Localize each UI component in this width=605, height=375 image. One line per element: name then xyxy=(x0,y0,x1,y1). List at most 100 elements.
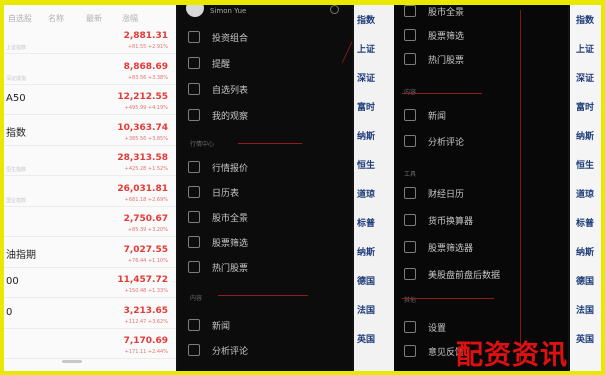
notification-icon[interactable] xyxy=(330,5,339,14)
analysis-icon xyxy=(188,344,200,356)
index-name[interactable]: 指数 xyxy=(357,13,375,26)
menu-item[interactable]: 我的观察 xyxy=(188,105,248,125)
index-name[interactable]: 纳斯 xyxy=(357,129,375,142)
menu-item[interactable]: 热门股票 xyxy=(188,257,248,277)
stock-row[interactable]: 7,170.69 +171.11 +2.44% xyxy=(4,332,176,359)
index-name[interactable]: 德国 xyxy=(357,274,375,287)
stock-subtitle: 上证指数 xyxy=(6,45,27,51)
menu-item[interactable]: 热门股票 xyxy=(404,49,464,69)
index-name[interactable]: 纳斯 xyxy=(357,245,375,258)
menu-item[interactable]: 行情报价 xyxy=(188,157,248,177)
highlight-line xyxy=(218,295,308,296)
menu-item[interactable]: 日历表 xyxy=(188,182,239,202)
menu-item[interactable]: 新闻 xyxy=(404,105,446,125)
side-menu-panel-2: 指数上证深证富时纳斯恒生道琼标普纳斯德国法国英国 股市全景股票筛选热门股票内容新… xyxy=(354,5,568,371)
menu-item[interactable]: 提醒 xyxy=(188,53,230,73)
stock-value: 7,027.55 xyxy=(123,244,168,255)
index-name[interactable]: 道琼 xyxy=(357,187,375,200)
index-name[interactable]: 恒生 xyxy=(576,158,594,171)
index-name[interactable]: 英国 xyxy=(576,332,594,345)
index-name[interactable]: 标普 xyxy=(576,216,594,229)
menu-item[interactable]: 股票筛选 xyxy=(188,232,248,252)
section-header: 工具 xyxy=(404,171,417,178)
stock-row[interactable]: 指数 10,363.74 +385.56 +3.85% xyxy=(4,119,176,146)
stock-value: 8,868.69 xyxy=(123,61,168,72)
header-change: 涨幅 xyxy=(122,14,138,23)
news-icon xyxy=(404,109,416,121)
feedback-icon xyxy=(404,345,416,357)
menu-item-label: 股票筛选 xyxy=(428,31,465,42)
index-name[interactable]: 深证 xyxy=(576,71,594,84)
username: Simon Yue xyxy=(210,7,247,15)
index-name[interactable]: 指数 xyxy=(576,13,594,26)
menu-item[interactable]: 财经日历 xyxy=(404,183,464,203)
panorama-icon xyxy=(188,211,200,223)
index-name[interactable]: 法国 xyxy=(357,303,375,316)
index-name[interactable]: 纳斯 xyxy=(576,245,594,258)
menu-item[interactable]: 意见反馈 xyxy=(404,341,464,361)
menu-item-label: 热门股票 xyxy=(212,263,249,274)
stock-list-panel: 自选股 名称 最新 涨幅 上证指数 2,881.31 +81.55 +2.91% 深证… xyxy=(4,5,176,371)
calendar-icon xyxy=(188,186,200,198)
avatar[interactable] xyxy=(186,5,204,17)
stock-name: 指数 xyxy=(6,127,26,139)
menu-item[interactable]: 设置 xyxy=(404,317,446,337)
stock-row[interactable]: 2,750.67 +85.39 +3.20% xyxy=(4,210,176,237)
menu-item[interactable]: 分析评论 xyxy=(188,340,248,360)
menu-item-label: 投资组合 xyxy=(212,33,249,44)
index-name[interactable]: 纳斯 xyxy=(576,129,594,142)
section-header: 内容 xyxy=(404,87,416,96)
menu-item-label: 新闻 xyxy=(212,321,231,332)
menu-item-label: 股市全景 xyxy=(428,7,465,18)
index-name[interactable]: 上证 xyxy=(576,42,594,55)
menu-item[interactable]: 货币换算器 xyxy=(404,210,473,230)
stock-change: +385.56 +3.85% xyxy=(124,135,168,142)
index-name[interactable]: 富时 xyxy=(576,100,594,113)
index-name[interactable]: 道琼 xyxy=(576,187,594,200)
stock-value: 10,363.74 xyxy=(117,122,168,133)
calendar-icon xyxy=(404,187,416,199)
stock-change: +85.39 +3.20% xyxy=(127,227,168,233)
stock-row[interactable]: 油指期 7,027.55 +76.44 +1.10% xyxy=(4,241,176,268)
stock-row[interactable]: 00 11,457.72 +150.48 +1.33% xyxy=(4,271,176,298)
stock-row[interactable]: 国企指数 26,031.81 +681.18 +2.69% xyxy=(4,180,176,207)
menu-item[interactable]: 股市全景 xyxy=(404,5,464,21)
stock-value: 2,750.67 xyxy=(123,214,168,224)
stock-row[interactable]: 恒生指数 28,313.58 +425.28 +1.52% xyxy=(4,149,176,176)
index-name[interactable]: 法国 xyxy=(576,303,594,316)
index-name[interactable]: 德国 xyxy=(576,274,594,287)
header-tab[interactable]: 自选股 xyxy=(8,13,32,24)
screener-icon xyxy=(404,241,416,253)
stock-change: +112.47 +3.62% xyxy=(124,318,168,325)
stock-row[interactable]: 0 3,213.65 +112.47 +3.62% xyxy=(4,302,176,329)
stock-row[interactable]: 上证指数 2,881.31 +81.55 +2.91% xyxy=(4,27,176,54)
menu-item-label: 分析评论 xyxy=(212,346,249,357)
index-name[interactable]: 深证 xyxy=(357,71,375,84)
stock-value: 7,170.69 xyxy=(123,336,168,346)
index-name[interactable]: 富时 xyxy=(357,100,375,113)
hot-icon xyxy=(404,53,416,65)
menu-item[interactable]: 自选列表 xyxy=(188,79,248,99)
stock-value: 28,313.58 xyxy=(117,153,168,163)
news-icon xyxy=(188,319,200,331)
menu-item[interactable]: 股票筛选 xyxy=(404,25,464,45)
index-name[interactable]: 上证 xyxy=(357,42,375,55)
quote-icon xyxy=(188,161,200,173)
menu-item[interactable]: 新闻 xyxy=(188,315,230,335)
menu-item[interactable]: 股票筛选器 xyxy=(404,237,473,257)
menu-item[interactable]: 股市全景 xyxy=(188,207,248,227)
stock-list-header: 自选股 名称 最新 涨幅 xyxy=(4,5,176,27)
menu-item[interactable]: 投资组合 xyxy=(188,27,248,47)
menu-item-label: 股市全景 xyxy=(212,213,249,224)
premarket-icon xyxy=(404,268,416,280)
stock-change: +171.11 +2.44% xyxy=(124,349,168,355)
menu-item[interactable]: 美股盘前盘后数据 xyxy=(404,264,500,284)
section-header: 行情中心 xyxy=(190,141,215,148)
screenshot-frame: 自选股 名称 最新 涨幅 上证指数 2,881.31 +81.55 +2.91% 深证… xyxy=(4,5,601,371)
menu-item[interactable]: 分析评论 xyxy=(404,131,464,151)
index-name[interactable]: 英国 xyxy=(357,332,375,345)
index-name[interactable]: 恒生 xyxy=(357,158,375,171)
index-name[interactable]: 标普 xyxy=(357,216,375,229)
stock-row[interactable]: 深证成指 8,868.69 +83.56 +3.38% xyxy=(4,58,176,85)
stock-row[interactable]: A50 12,212.55 +495.99 +4.19% xyxy=(4,88,176,115)
